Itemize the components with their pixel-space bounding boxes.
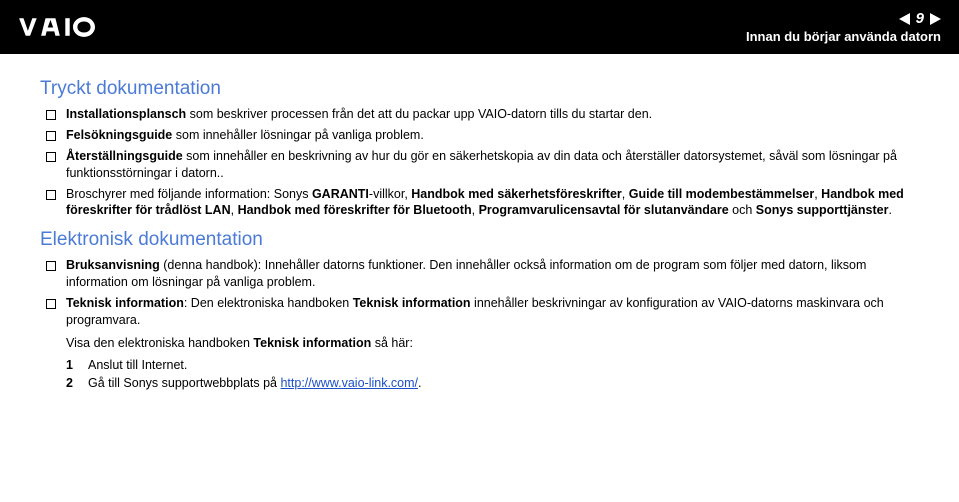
step-item: Anslut till Internet. (66, 356, 919, 375)
page-number: 9 (916, 10, 924, 27)
sub-text: Visa den elektroniska handboken Teknisk … (66, 335, 919, 352)
section-label: Innan du börjar använda datorn (746, 29, 941, 44)
steps-list: Anslut till Internet. Gå till Sonys supp… (66, 356, 919, 394)
text: , (231, 203, 238, 217)
text: , (472, 203, 479, 217)
term: Återställningsguide (66, 149, 183, 163)
term: GARANTI (312, 187, 369, 201)
list-item: Bruksanvisning (denna handbok): Innehåll… (66, 257, 919, 291)
text: som innehåller en beskrivning av hur du … (66, 149, 897, 180)
term: Bruksanvisning (66, 258, 160, 272)
text: Gå till Sonys supportwebbplats på (88, 376, 280, 390)
page-content: Tryckt dokumentation Installationsplansc… (0, 54, 959, 407)
list-item: Teknisk information: Den elektroniska ha… (66, 295, 919, 393)
text: och (729, 203, 756, 217)
header-right: 9 Innan du börjar använda datorn (746, 10, 941, 44)
text: Visa den elektroniska handboken (66, 336, 253, 350)
text: Anslut till Internet. (88, 358, 187, 372)
text: som beskriver processen från det att du … (186, 107, 652, 121)
term: Installationsplansch (66, 107, 186, 121)
printed-docs-list: Installationsplansch som beskriver proce… (40, 106, 919, 219)
text: : Den elektroniska handboken (184, 296, 353, 310)
prev-page-arrow[interactable] (899, 13, 910, 25)
vaio-logo (18, 16, 128, 38)
text: . (418, 376, 421, 390)
next-page-arrow[interactable] (930, 13, 941, 25)
support-link[interactable]: http://www.vaio-link.com/ (280, 376, 418, 390)
text: . (888, 203, 891, 217)
list-item: Felsökningsguide som innehåller lösninga… (66, 127, 919, 144)
term: Teknisk information (353, 296, 471, 310)
term: Guide till modembestämmelser (629, 187, 814, 201)
text: (denna handbok): Innehåller datorns funk… (66, 258, 866, 289)
term: Handbok med föreskrifter för Bluetooth (238, 203, 472, 217)
electronic-docs-list: Bruksanvisning (denna handbok): Innehåll… (40, 257, 919, 393)
term: Teknisk information (253, 336, 371, 350)
text: Broschyrer med följande information: Son… (66, 187, 312, 201)
list-item: Broschyrer med följande information: Son… (66, 186, 919, 220)
header-bar: 9 Innan du börjar använda datorn (0, 0, 959, 54)
list-item: Installationsplansch som beskriver proce… (66, 106, 919, 123)
list-item: Återställningsguide som innehåller en be… (66, 148, 919, 182)
text: , (622, 187, 629, 201)
term: Felsökningsguide (66, 128, 172, 142)
term: Programvarulicensavtal för slutanvändare (479, 203, 729, 217)
term: Handbok med säkerhetsföreskrifter (411, 187, 622, 201)
heading-electronic-docs: Elektronisk dokumentation (40, 229, 919, 251)
step-item: Gå till Sonys supportwebbplats på http:/… (66, 374, 919, 393)
text: som innehåller lösningar på vanliga prob… (172, 128, 424, 142)
heading-printed-docs: Tryckt dokumentation (40, 78, 919, 100)
term: Sonys supporttjänster (756, 203, 889, 217)
text: -villkor, (369, 187, 411, 201)
text: så här: (371, 336, 413, 350)
term: Teknisk information (66, 296, 184, 310)
